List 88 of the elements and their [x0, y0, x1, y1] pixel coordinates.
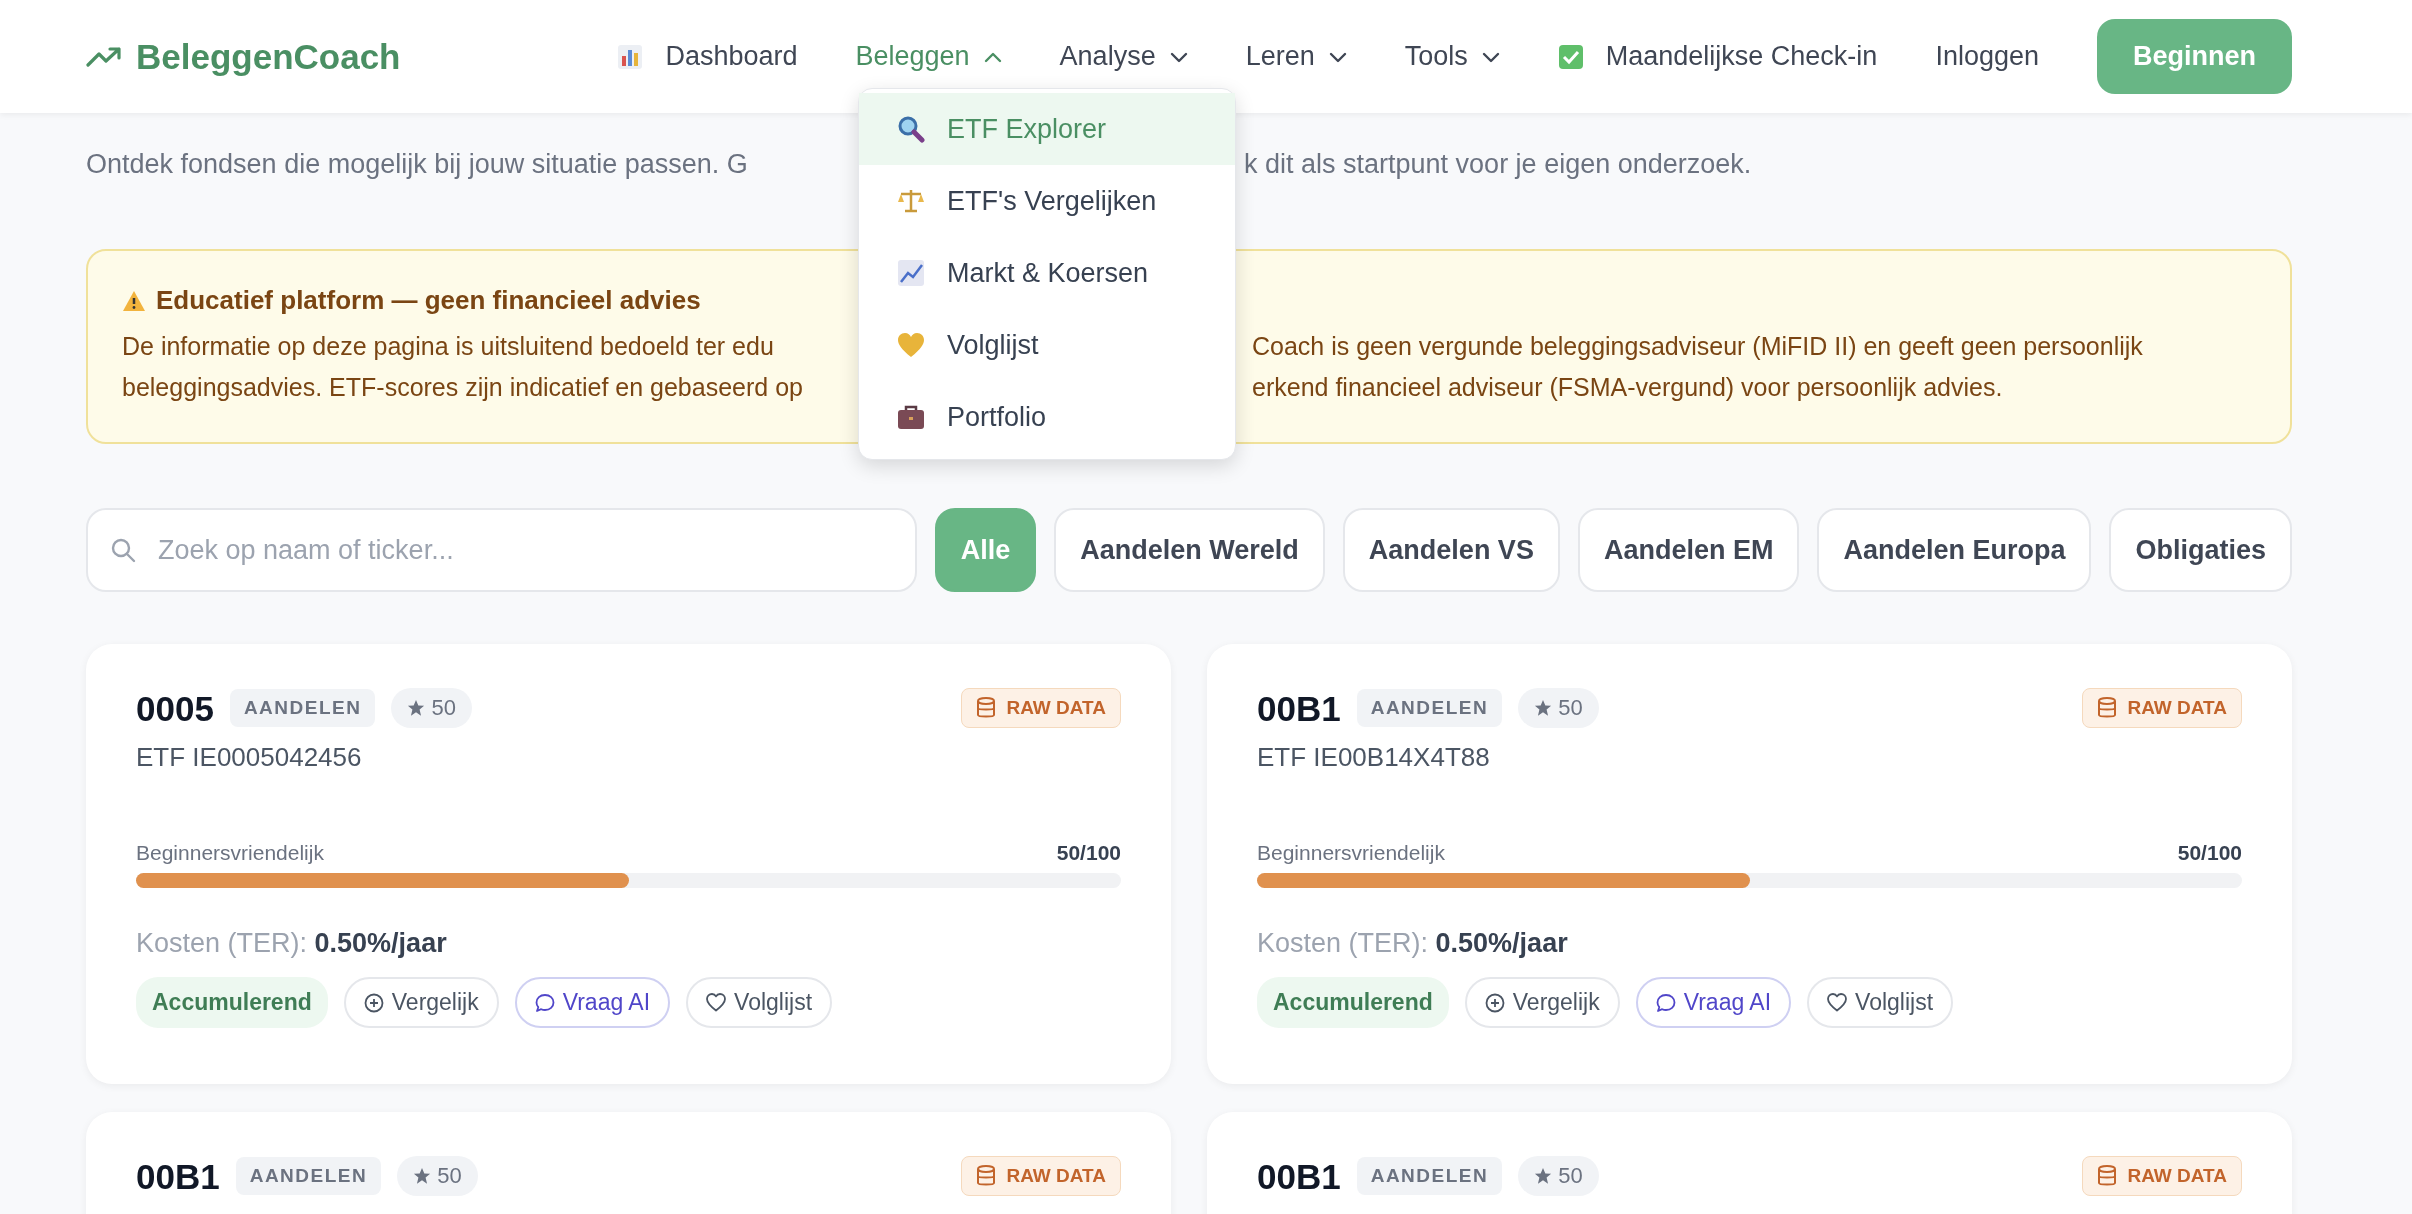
menu-item[interactable]: Volglijst	[859, 309, 1235, 381]
action-button[interactable]: Vraag AI	[514, 977, 671, 1028]
raw-data-label: RAW DATA	[1006, 697, 1106, 719]
cost-value: 0.50%/jaar	[1435, 928, 1568, 958]
trend-up-icon	[86, 45, 122, 68]
warning-icon	[122, 289, 146, 312]
database-icon	[2097, 697, 2118, 719]
database-icon	[2097, 1165, 2118, 1187]
heart-icon	[897, 332, 925, 358]
nav-link[interactable]: Maandelijkse Check-in	[1557, 41, 1878, 72]
menu-item[interactable]: Markt & Koersen	[859, 237, 1235, 309]
star-icon	[1534, 1167, 1553, 1185]
score-label: Beginnersvriendelijk	[136, 841, 324, 865]
category-tag: AANDELEN	[1356, 689, 1503, 727]
disclaimer-title: Educatief platform — geen financieel advies	[156, 285, 701, 316]
category-tag: AANDELEN	[1356, 1157, 1503, 1195]
action-button[interactable]: Vergelijk	[1464, 977, 1620, 1028]
chat-bubble-icon	[1655, 992, 1676, 1013]
rating-value: 50	[1558, 695, 1583, 721]
filter-chip[interactable]: Aandelen Wereld	[1054, 508, 1325, 592]
score-label: Beginnersvriendelijk	[1257, 841, 1445, 865]
rating-value: 50	[1558, 1163, 1583, 1189]
nav-link[interactable]: Inloggen	[1935, 41, 2039, 72]
chat-bubble-icon	[534, 992, 555, 1013]
score-value: 50/100	[2177, 841, 2242, 865]
heart-icon	[706, 993, 727, 1012]
score-value: 50/100	[1056, 841, 1121, 865]
chevron-icon	[1169, 50, 1188, 63]
nav-menu[interactable]: Analyse	[1059, 41, 1188, 72]
star-icon	[1534, 699, 1553, 717]
intro-text: Ontdek fondsen die mogelijk bij jouw situatie passen. G	[86, 148, 748, 180]
etf-name: ETF IE00B14X4T88	[1257, 742, 1491, 773]
heart-icon	[1827, 993, 1848, 1012]
disclaimer-text: beleggingsadvies. ETF-scores zijn indicatief en gebaseerd op	[122, 372, 803, 403]
menu-item[interactable]: ETF's Vergelijken	[859, 165, 1235, 237]
search-field[interactable]: Zoek op naam of ticker...	[86, 508, 917, 592]
raw-data-label: RAW DATA	[1006, 1165, 1106, 1187]
logo-text: BeleggenCoach	[136, 36, 401, 77]
database-icon	[976, 1165, 997, 1187]
checkbox-icon	[1557, 43, 1584, 70]
chevron-icon	[983, 50, 1002, 63]
action-button[interactable]: Volglijst	[1807, 977, 1954, 1028]
action-button[interactable]: Vraag AI	[1635, 977, 1792, 1028]
ticker: 00B1	[136, 1158, 220, 1194]
action-button[interactable]: Vergelijk	[343, 977, 499, 1028]
filter-chip[interactable]: Aandelen VS	[1342, 508, 1560, 592]
plus-circle-icon	[363, 992, 384, 1013]
filter-chip[interactable]: Aandelen EM	[1577, 508, 1800, 592]
line-chart-icon	[897, 259, 925, 287]
star-icon	[413, 1167, 432, 1185]
star-icon	[407, 699, 426, 717]
nav-link[interactable]: Dashboard	[617, 41, 798, 72]
category-tag: AANDELEN	[235, 1157, 382, 1195]
chevron-icon	[1328, 50, 1347, 63]
disclaimer-text: Coach is geen vergunde beleggingsadviseur (MiFID II) en geeft geen persoonlijk	[1252, 331, 2143, 362]
menu-item[interactable]: Portfolio	[859, 381, 1235, 453]
search-icon	[110, 537, 136, 563]
category-tag: AANDELEN	[229, 689, 376, 727]
cost-label: Kosten (TER):	[136, 928, 308, 958]
scales-icon	[897, 187, 925, 215]
briefcase-icon	[897, 404, 925, 430]
nav-menu[interactable]: Leren	[1245, 41, 1347, 72]
nav-menu[interactable]: Beleggen	[855, 41, 1002, 72]
ticker: 00B1	[1257, 1158, 1341, 1194]
filter-chip[interactable]: Aandelen Europa	[1817, 508, 2092, 592]
cost-label: Kosten (TER):	[1257, 928, 1429, 958]
ticker: 0005	[136, 690, 214, 726]
ticker: 00B1	[1257, 690, 1341, 726]
nav-menu[interactable]: Tools	[1404, 41, 1500, 72]
action-button[interactable]: Volglijst	[686, 977, 833, 1028]
rating-value: 50	[431, 695, 456, 721]
database-icon	[976, 697, 997, 719]
disclaimer-text: erkend financieel adviseur (FSMA-vergund) voor persoonlijk advies.	[1252, 372, 2003, 403]
chevron-icon	[1481, 50, 1500, 63]
intro-text: k dit als startpunt voor je eigen onderzoek.	[1244, 148, 1752, 180]
rating-value: 50	[437, 1163, 462, 1189]
distribution-tag: Accumulerend	[136, 977, 328, 1028]
magnifier-icon	[897, 115, 925, 143]
bar-chart-icon	[617, 43, 644, 70]
cost-value: 0.50%/jaar	[314, 928, 447, 958]
plus-circle-icon	[1484, 992, 1505, 1013]
raw-data-label: RAW DATA	[2127, 1165, 2227, 1187]
distribution-tag: Accumulerend	[1257, 977, 1449, 1028]
disclaimer-text: De informatie op deze pagina is uitsluitend bedoeld ter edu	[122, 331, 774, 362]
etf-name: ETF IE0005042456	[136, 742, 363, 773]
raw-data-label: RAW DATA	[2127, 697, 2227, 719]
menu-item[interactable]: ETF Explorer	[859, 93, 1235, 165]
filter-chip[interactable]: Obligaties	[2109, 508, 2292, 592]
